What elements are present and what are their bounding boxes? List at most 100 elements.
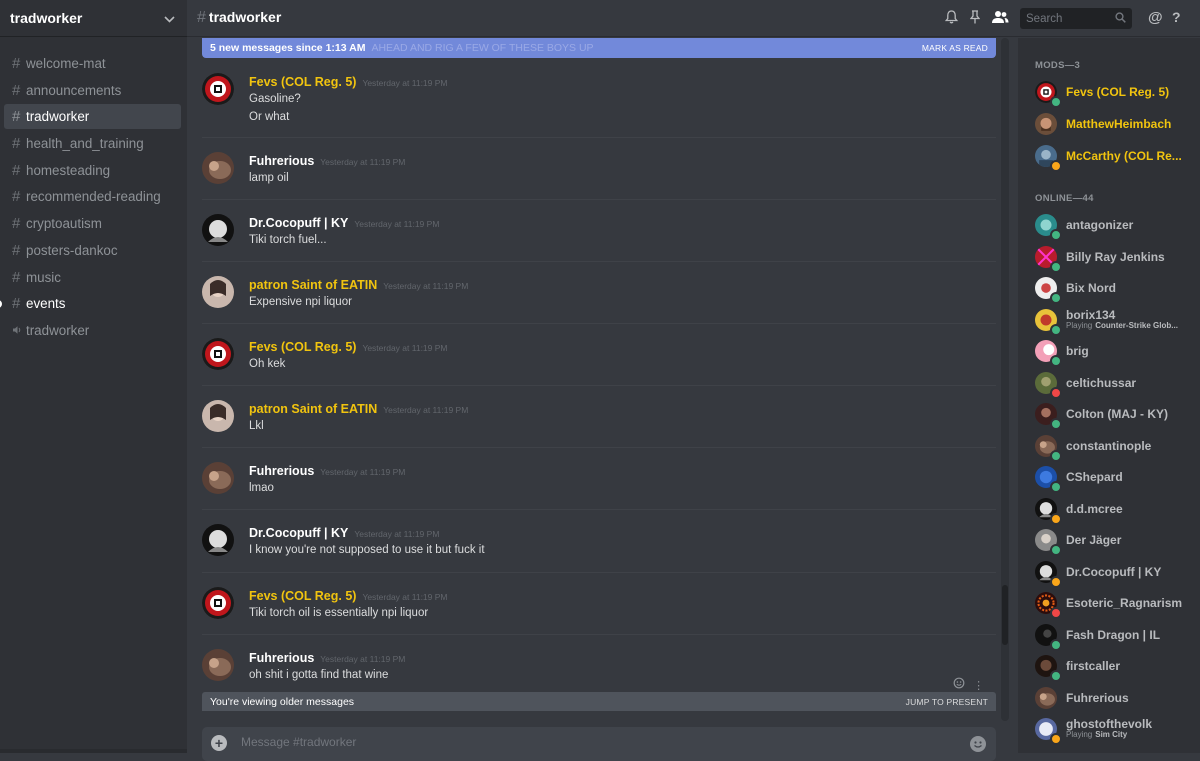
avatar[interactable]: [202, 462, 234, 494]
member-item[interactable]: constantinople: [1035, 434, 1200, 463]
message-text: Lkl: [249, 420, 264, 432]
member-item[interactable]: celtichussar: [1035, 371, 1200, 400]
message-input[interactable]: [241, 735, 941, 749]
message-author[interactable]: patron Saint of EATIN Yesterday at 11:19 …: [249, 402, 468, 416]
avatar[interactable]: [202, 587, 234, 619]
sidebar-item-posters-dankoc[interactable]: # posters-dankoc: [4, 238, 181, 263]
sidebar-item-events[interactable]: # events: [0, 291, 181, 316]
status-online-icon: [1050, 355, 1062, 367]
member-item[interactable]: Colton (MAJ - KY): [1035, 403, 1200, 431]
hash-icon: #: [12, 215, 21, 233]
member-item[interactable]: McCarthy (COL Re...: [1035, 145, 1200, 173]
message-author[interactable]: Dr.Cocopuff | KY Yesterday at 11:19 PM: [249, 526, 439, 540]
sidebar-item-music[interactable]: # music: [4, 265, 181, 290]
member-item[interactable]: antagonizer: [1035, 214, 1200, 242]
message-author[interactable]: Fevs (COL Reg. 5) Yesterday at 11:19 PM: [249, 340, 448, 354]
avatar[interactable]: [202, 73, 234, 105]
chat-scrollbar-thumb[interactable]: [1002, 585, 1008, 645]
search-icon[interactable]: [1115, 10, 1126, 28]
search-input[interactable]: [1026, 12, 1106, 25]
message: Fevs (COL Reg. 5) Yesterday at 11:19 PM Ga…: [202, 68, 996, 138]
sidebar-item-health_and_training[interactable]: # health_and_training: [4, 131, 181, 156]
avatar[interactable]: [202, 214, 234, 246]
sidebar-item-announcements[interactable]: # announcements: [4, 78, 181, 103]
mark-as-read-button[interactable]: MARK AS READ: [922, 43, 988, 53]
sidebar-item-tradworker[interactable]: tradworker: [4, 318, 181, 343]
status-idle-icon: [1050, 575, 1062, 588]
message-text: Tiki torch fuel...: [249, 234, 327, 246]
member-name: Fevs (COL Reg. 5): [1066, 85, 1170, 99]
member-name: Der Jäger: [1066, 533, 1122, 547]
channel-list: # welcome-mat # announcements # tradworker # he…: [0, 37, 187, 343]
sidebar-item-label: homesteading: [26, 162, 111, 178]
bell-icon[interactable]: [944, 10, 959, 27]
member-name: Esoteric_Ragnarism: [1066, 596, 1183, 610]
member-name: antagonizer: [1066, 218, 1134, 232]
member-name: Colton (MAJ - KY): [1066, 407, 1168, 421]
member-item[interactable]: Billy Ray Jenkins: [1035, 245, 1200, 274]
message: Fuhrerious Yesterday at 11:19 PM oh shit i…: [202, 634, 996, 690]
avatar[interactable]: [202, 276, 234, 308]
avatar[interactable]: [202, 524, 234, 556]
message-actions[interactable]: ⋮: [953, 677, 984, 692]
member-item[interactable]: d.d.mcree: [1035, 497, 1200, 526]
status-idle-icon: [1050, 512, 1062, 525]
message-timestamp: Yesterday at 11:19 PM: [354, 219, 440, 229]
members-icon[interactable]: [991, 10, 1009, 27]
member-activity: Playing Sim City: [1066, 730, 1128, 739]
member-item[interactable]: CShepard: [1035, 466, 1200, 494]
avatar[interactable]: [202, 338, 234, 370]
sidebar-item-homesteading[interactable]: # homesteading: [4, 158, 181, 183]
hash-icon: #: [12, 135, 21, 153]
status-online-icon: [1050, 544, 1062, 556]
hash-icon: #: [12, 81, 21, 99]
mention-icon[interactable]: @: [1148, 9, 1163, 26]
add-reaction-icon[interactable]: [953, 677, 968, 692]
message-author[interactable]: Fevs (COL Reg. 5) Yesterday at 11:19 PM: [249, 75, 448, 89]
member-item[interactable]: Dr.Cocopuff | KY: [1035, 560, 1200, 589]
new-messages-bar[interactable]: 5 new messages since 1:13 AM AHEAD AND RI…: [202, 38, 996, 58]
hash-icon: #: [12, 161, 21, 179]
avatar[interactable]: [202, 400, 234, 432]
jump-to-present-button[interactable]: JUMP TO PRESENT: [906, 697, 988, 707]
member-name: borix134: [1066, 307, 1116, 322]
sidebar-item-recommended-reading[interactable]: # recommended-reading: [4, 184, 181, 209]
member-item[interactable]: ghostofthevolk Playing Sim City: [1035, 717, 1200, 746]
sidebar-item-label: welcome-mat: [26, 56, 106, 71]
message-author[interactable]: Fuhrerious Yesterday at 11:19 PM: [249, 464, 405, 478]
server-header[interactable]: tradworker: [0, 0, 187, 37]
member-name: Dr.Cocopuff | KY: [1066, 564, 1162, 579]
member-item[interactable]: Fevs (COL Reg. 5): [1035, 81, 1200, 109]
message-author[interactable]: Fuhrerious Yesterday at 11:19 PM: [249, 154, 405, 168]
pin-icon[interactable]: [969, 10, 981, 27]
emoji-picker-button[interactable]: [970, 736, 986, 752]
member-item[interactable]: firstcaller: [1035, 655, 1200, 683]
message-author[interactable]: patron Saint of EATIN Yesterday at 11:19 …: [249, 278, 468, 292]
more-options-icon[interactable]: ⋮: [973, 680, 984, 692]
chevron-down-icon[interactable]: [164, 11, 175, 26]
member-item[interactable]: brig: [1035, 340, 1200, 368]
avatar[interactable]: [202, 152, 234, 184]
sidebar-item-welcome-mat[interactable]: # welcome-mat: [4, 51, 181, 76]
message-author[interactable]: Fevs (COL Reg. 5) Yesterday at 11:19 PM: [249, 589, 448, 603]
member-item[interactable]: Bix Nord: [1035, 277, 1200, 305]
hash-icon: #: [12, 268, 21, 286]
member-item[interactable]: Fuhrerious: [1035, 686, 1200, 715]
sidebar-item-cryptoautism[interactable]: # cryptoautism: [4, 211, 181, 236]
message-author[interactable]: Dr.Cocopuff | KY Yesterday at 11:19 PM: [249, 216, 439, 230]
message-timestamp: Yesterday at 11:19 PM: [362, 592, 448, 602]
avatar[interactable]: [202, 649, 234, 681]
channel-title: # tradworker: [197, 9, 282, 26]
member-item[interactable]: Esoteric_Ragnarism: [1035, 592, 1200, 620]
member-item[interactable]: Der Jäger: [1035, 529, 1200, 557]
member-item[interactable]: borix134 Playing Counter-Strike Glob...: [1035, 307, 1200, 337]
add-attachment-button[interactable]: +: [211, 735, 227, 751]
member-name: brig: [1066, 344, 1089, 358]
help-icon[interactable]: ?: [1172, 9, 1181, 25]
older-messages-bar[interactable]: You're viewing older messages JUMP TO PR…: [202, 692, 996, 711]
member-item[interactable]: Fash Dragon | IL: [1035, 623, 1200, 652]
search-box[interactable]: [1020, 8, 1132, 29]
sidebar-item-tradworker[interactable]: # tradworker: [4, 104, 181, 130]
member-item[interactable]: MatthewHeimbach: [1035, 113, 1200, 141]
message-author[interactable]: Fuhrerious Yesterday at 11:19 PM: [249, 651, 405, 665]
